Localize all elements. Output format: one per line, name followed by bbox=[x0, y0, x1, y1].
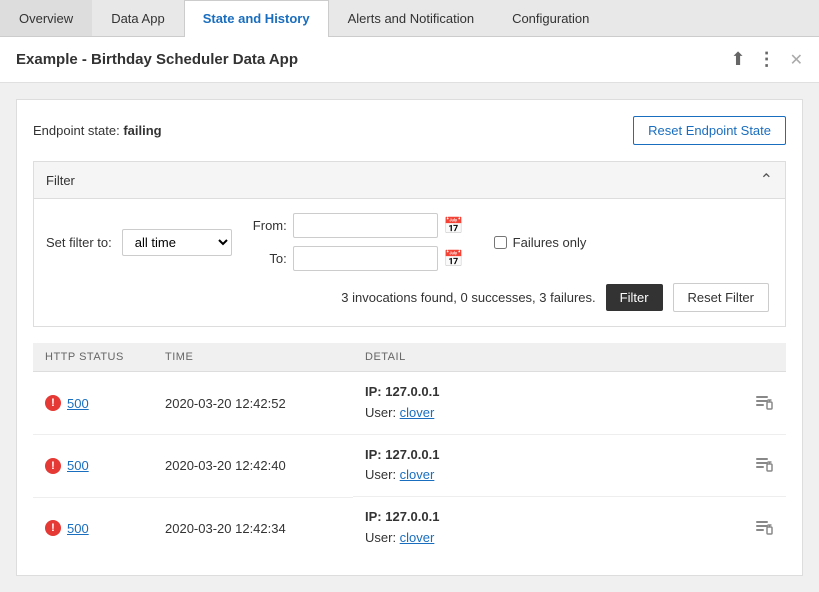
invocations-table: HTTP STATUS TIME DETAIL ! 500 2020-03-20… bbox=[33, 343, 786, 559]
filter-label: Filter bbox=[46, 173, 75, 188]
detail-cell: IP: 127.0.0.1 User: clover bbox=[353, 497, 786, 559]
tab-alerts-and-notification[interactable]: Alerts and Notification bbox=[329, 0, 493, 36]
endpoint-state-value: failing bbox=[123, 123, 161, 138]
detail-user: User: clover bbox=[365, 465, 439, 486]
set-filter-select[interactable]: all time last hour last day last week cu… bbox=[122, 229, 232, 256]
error-icon: ! bbox=[45, 458, 61, 474]
close-icon[interactable]: ✕ bbox=[790, 50, 803, 70]
status-code-link[interactable]: 500 bbox=[67, 396, 89, 411]
log-icon[interactable] bbox=[754, 393, 774, 413]
header-bar: Example - Birthday Scheduler Data App ⬆ … bbox=[0, 37, 819, 83]
detail-cell: IP: 127.0.0.1 User: clover bbox=[353, 372, 786, 435]
time-cell: 2020-03-20 12:42:34 bbox=[153, 497, 353, 559]
detail-cell: IP: 127.0.0.1 User: clover bbox=[353, 435, 786, 498]
col-http-status: HTTP STATUS bbox=[33, 343, 153, 372]
table-row: ! 500 2020-03-20 12:42:52 IP: 127.0.0.1 … bbox=[33, 372, 786, 435]
failures-only-row: Failures only bbox=[494, 235, 587, 250]
tab-data-app[interactable]: Data App bbox=[92, 0, 184, 36]
main-content: Endpoint state: failing Reset Endpoint S… bbox=[16, 99, 803, 576]
user-link[interactable]: clover bbox=[400, 530, 435, 545]
reset-filter-button[interactable]: Reset Filter bbox=[673, 283, 769, 312]
detail-text: IP: 127.0.0.1 User: clover bbox=[365, 507, 439, 549]
log-icon[interactable] bbox=[754, 518, 774, 538]
filter-row: Set filter to: all time last hour last d… bbox=[46, 213, 773, 271]
set-filter-label: Set filter to: bbox=[46, 235, 112, 250]
filter-header[interactable]: Filter ⌃ bbox=[34, 162, 785, 199]
table-header-row: HTTP STATUS TIME DETAIL bbox=[33, 343, 786, 372]
filter-body: Set filter to: all time last hour last d… bbox=[34, 199, 785, 326]
detail-ip: IP: 127.0.0.1 bbox=[365, 445, 439, 466]
error-icon: ! bbox=[45, 395, 61, 411]
reset-endpoint-state-button[interactable]: Reset Endpoint State bbox=[633, 116, 786, 145]
detail-user: User: clover bbox=[365, 528, 439, 549]
status-code-link[interactable]: 500 bbox=[67, 521, 89, 536]
col-detail: DETAIL bbox=[353, 343, 786, 372]
endpoint-state-row: Endpoint state: failing Reset Endpoint S… bbox=[33, 116, 786, 145]
user-link[interactable]: clover bbox=[400, 405, 435, 420]
tab-overview[interactable]: Overview bbox=[0, 0, 92, 36]
from-label: From: bbox=[252, 218, 287, 233]
col-time: TIME bbox=[153, 343, 353, 372]
status-cell: ! 500 bbox=[45, 395, 141, 411]
more-options-icon[interactable]: ⋮ bbox=[758, 49, 778, 70]
log-icon[interactable] bbox=[754, 455, 774, 475]
filter-panel: Filter ⌃ Set filter to: all time last ho… bbox=[33, 161, 786, 327]
tab-state-and-history[interactable]: State and History bbox=[184, 0, 329, 37]
failures-only-label: Failures only bbox=[513, 235, 587, 250]
detail-ip: IP: 127.0.0.1 bbox=[365, 382, 439, 403]
filter-collapse-icon[interactable]: ⌃ bbox=[760, 170, 773, 190]
status-cell: ! 500 bbox=[45, 458, 141, 474]
time-cell: 2020-03-20 12:42:40 bbox=[153, 435, 353, 498]
detail-user: User: clover bbox=[365, 403, 439, 424]
status-cell: ! 500 bbox=[45, 520, 141, 536]
invocation-text: 3 invocations found, 0 successes, 3 fail… bbox=[341, 290, 595, 305]
detail-ip: IP: 127.0.0.1 bbox=[365, 507, 439, 528]
tab-bar: Overview Data App State and History Aler… bbox=[0, 0, 819, 37]
time-cell: 2020-03-20 12:42:52 bbox=[153, 372, 353, 435]
detail-text: IP: 127.0.0.1 User: clover bbox=[365, 445, 439, 487]
table-row: ! 500 2020-03-20 12:42:34 IP: 127.0.0.1 … bbox=[33, 497, 786, 559]
endpoint-state-text: Endpoint state: failing bbox=[33, 123, 162, 138]
tab-configuration[interactable]: Configuration bbox=[493, 0, 608, 36]
from-row: From: 📅 bbox=[252, 213, 464, 238]
status-code-link[interactable]: 500 bbox=[67, 458, 89, 473]
page-title: Example - Birthday Scheduler Data App bbox=[16, 51, 298, 68]
upload-icon[interactable]: ⬆ bbox=[731, 49, 746, 70]
to-calendar-icon[interactable]: 📅 bbox=[444, 249, 464, 269]
failures-only-checkbox[interactable] bbox=[494, 236, 507, 249]
error-icon: ! bbox=[45, 520, 61, 536]
from-calendar-icon[interactable]: 📅 bbox=[444, 216, 464, 236]
detail-text: IP: 127.0.0.1 User: clover bbox=[365, 382, 439, 424]
to-date-input[interactable] bbox=[293, 246, 438, 271]
user-link[interactable]: clover bbox=[400, 467, 435, 482]
from-date-input[interactable] bbox=[293, 213, 438, 238]
header-actions: ⬆ ⋮ ✕ bbox=[731, 49, 804, 70]
filter-button[interactable]: Filter bbox=[606, 284, 663, 311]
filter-from-to: From: 📅 To: 📅 bbox=[252, 213, 464, 271]
invocation-summary: 3 invocations found, 0 successes, 3 fail… bbox=[46, 283, 773, 312]
to-label: To: bbox=[252, 251, 287, 266]
table-row: ! 500 2020-03-20 12:42:40 IP: 127.0.0.1 … bbox=[33, 435, 786, 498]
to-row: To: 📅 bbox=[252, 246, 464, 271]
